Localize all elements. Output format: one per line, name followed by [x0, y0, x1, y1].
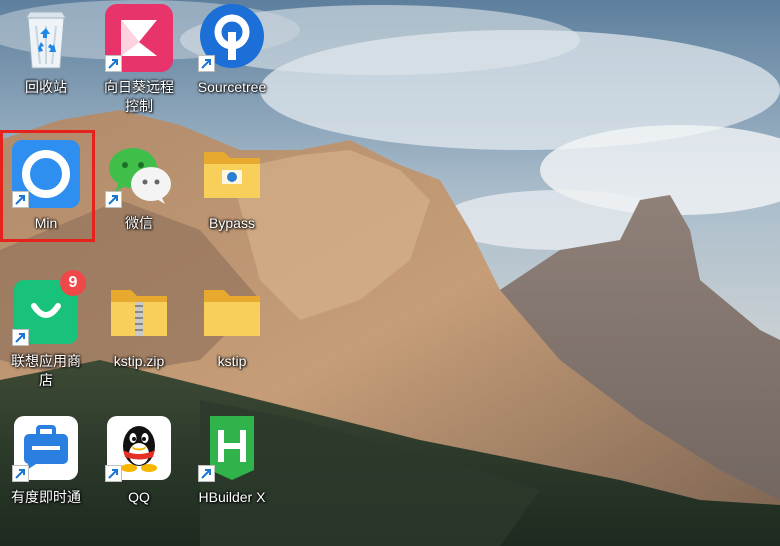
- qq-icon: [103, 412, 175, 484]
- shortcut-arrow-icon: [105, 191, 122, 208]
- recycle-bin-icon: [10, 2, 82, 74]
- desktop[interactable]: 回收站 向日葵远程控制 Sourcetree Min 微信 Bypass 9 联…: [0, 0, 780, 546]
- desktop-icon-lenovo-app-store[interactable]: 9 联想应用商店: [2, 270, 90, 390]
- icon-label: QQ: [128, 489, 150, 505]
- zip-folder-icon: [103, 276, 175, 348]
- icon-label: Min: [34, 215, 58, 231]
- desktop-icon-qq[interactable]: QQ: [95, 412, 183, 507]
- min-browser-icon: [10, 138, 82, 210]
- notification-badge: 9: [60, 270, 86, 296]
- sourcetree-icon: [196, 2, 268, 74]
- desktop-icon-sunlogin[interactable]: 向日葵远程控制: [95, 2, 183, 116]
- folder-icon: [196, 138, 268, 210]
- icon-label: kstip.zip: [113, 353, 165, 369]
- lenovo-app-store-icon: 9: [10, 270, 86, 348]
- shortcut-arrow-icon: [198, 55, 215, 72]
- shortcut-arrow-icon: [12, 329, 29, 346]
- youdu-icon: [10, 412, 82, 484]
- icon-label: 微信: [125, 215, 153, 231]
- folder-icon: [196, 276, 268, 348]
- icon-label: Sourcetree: [197, 79, 267, 95]
- desktop-icon-youdu[interactable]: 有度即时通: [2, 412, 90, 507]
- icon-label: 有度即时通: [11, 489, 81, 505]
- wechat-icon: [103, 138, 175, 210]
- shortcut-arrow-icon: [12, 191, 29, 208]
- desktop-icon-min[interactable]: Min: [2, 138, 90, 233]
- desktop-icon-recycle-bin[interactable]: 回收站: [2, 2, 90, 97]
- sunlogin-icon: [103, 2, 175, 74]
- icon-label: kstip: [217, 353, 247, 369]
- desktop-icon-sourcetree[interactable]: Sourcetree: [188, 2, 276, 97]
- desktop-icon-kstip[interactable]: kstip: [188, 276, 276, 371]
- desktop-icon-bypass[interactable]: Bypass: [188, 138, 276, 233]
- icon-label: 回收站: [25, 79, 67, 95]
- shortcut-arrow-icon: [198, 465, 215, 482]
- icon-label: 向日葵远程控制: [104, 79, 174, 114]
- icon-label: 联想应用商店: [11, 353, 81, 388]
- desktop-icon-hbuilderx[interactable]: HBuilder X: [188, 412, 276, 507]
- desktop-icon-kstip-zip[interactable]: kstip.zip: [95, 276, 183, 371]
- shortcut-arrow-icon: [105, 55, 122, 72]
- shortcut-arrow-icon: [12, 465, 29, 482]
- hbuilderx-icon: [196, 412, 268, 484]
- desktop-icon-wechat[interactable]: 微信: [95, 138, 183, 233]
- shortcut-arrow-icon: [105, 465, 122, 482]
- icon-label: Bypass: [209, 215, 255, 231]
- icon-label: HBuilder X: [198, 489, 266, 505]
